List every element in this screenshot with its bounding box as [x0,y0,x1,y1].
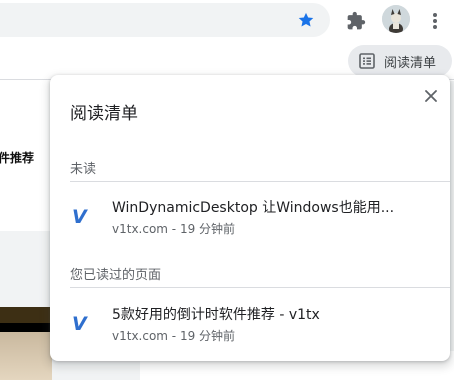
site-favicon-icon: V [72,313,87,335]
reading-list-icon [359,53,375,69]
browser-toolbar [0,0,454,42]
bookmark-star-button[interactable] [292,7,320,33]
reading-list-popup: 阅读清单 未读 V WinDynamicDesktop 让Windows也能用.… [50,75,450,361]
page-image [0,307,52,380]
puzzle-icon [347,11,366,30]
reading-list-entry-read[interactable]: V 5款好用的倒计时软件推荐 - v1tx v1tx.com - 19 分钟前 [50,300,450,356]
reading-list-entry-unread[interactable]: V WinDynamicDesktop 让Windows也能用... v1tx.… [50,193,450,249]
close-icon [425,90,437,102]
entry-title: WinDynamicDesktop 让Windows也能用... [112,200,395,216]
vertical-dots-icon [433,13,437,29]
star-icon [298,12,314,27]
entry-meta: v1tx.com - 19 分钟前 [112,329,236,343]
entry-title: 5款好用的倒计时软件推荐 - v1tx [112,307,320,323]
section-divider [70,181,450,182]
close-button[interactable] [420,85,442,107]
section-divider [70,287,450,288]
reading-list-button-label: 阅读清单 [384,55,437,71]
site-favicon-icon: V [72,206,87,228]
avatar-icon [382,5,410,33]
profile-avatar[interactable] [382,5,410,33]
address-bar[interactable] [0,3,330,37]
unread-section-header: 未读 [70,162,97,177]
entry-meta: v1tx.com - 19 分钟前 [112,222,236,236]
reading-list-button[interactable]: 阅读清单 [348,45,452,77]
browser-menu-button[interactable] [424,7,446,35]
extensions-button[interactable] [342,7,370,35]
read-section-header: 您已读过的页面 [70,268,162,283]
popup-title: 阅读清单 [70,104,138,124]
